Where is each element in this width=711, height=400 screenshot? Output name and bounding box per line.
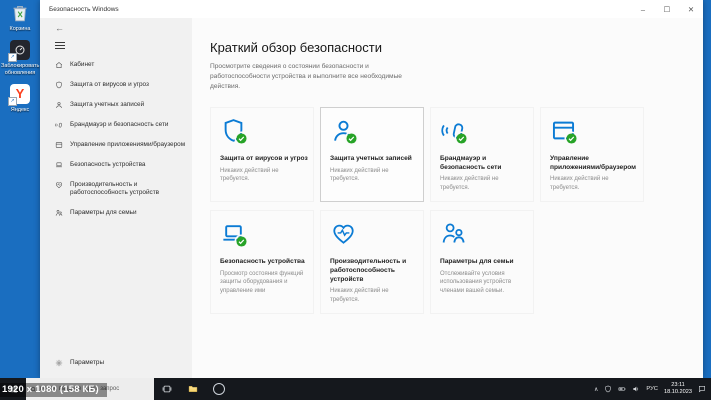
- heart-icon: [330, 220, 357, 247]
- app-window-icon: [55, 141, 63, 149]
- tile-title: Управление приложениями/браузером: [550, 154, 637, 171]
- menu-toggle-icon[interactable]: [55, 42, 65, 49]
- sidebar-item-virus-threat-protection[interactable]: Защита от вирусов и угроз: [40, 75, 192, 95]
- person-icon: [55, 101, 63, 109]
- minimize-button[interactable]: –: [631, 0, 655, 18]
- hidden-icons-chevron-icon[interactable]: ∧: [594, 386, 598, 393]
- security-tiles-grid: Защита от вирусов и угроз Никаких действ…: [210, 106, 703, 314]
- tile-title: Безопасность устройства: [220, 257, 305, 265]
- page-subtitle: Просмотрите сведения о состоянии безопас…: [210, 63, 402, 91]
- taskbar-clock[interactable]: 23:11 18.10.2023: [664, 382, 692, 396]
- shield-icon: [55, 81, 63, 89]
- sidebar-item-device-security[interactable]: Безопасность устройства: [40, 155, 192, 175]
- sidebar-item-label: Брандмауэр и безопасность сети: [70, 121, 169, 128]
- task-view-icon: [162, 384, 172, 394]
- sidebar-item-home[interactable]: Кабинет: [40, 55, 192, 75]
- tile-status-text: Никаких действий не требуется.: [330, 288, 389, 304]
- sidebar-item-account-protection[interactable]: Защита учетных записей: [40, 95, 192, 115]
- sidebar-item-label: Параметры для семьи: [70, 209, 137, 216]
- page-title: Краткий обзор безопасности: [210, 40, 382, 55]
- tile-status-text: Просмотр состояния функций защиты оборуд…: [220, 270, 304, 295]
- clock-date: 18.10.2023: [664, 389, 692, 395]
- tile-account-protection[interactable]: Защита учетных записей Никаких действий …: [320, 106, 424, 202]
- resolution-watermark: 1920 x 1080 (158 КБ): [0, 383, 107, 397]
- language-indicator[interactable]: РУС: [646, 386, 658, 392]
- status-ok-badge: [566, 133, 577, 144]
- app-ring-icon: [213, 383, 225, 395]
- window-title: Безопасность Windows: [49, 5, 119, 13]
- family-icon: [440, 220, 467, 247]
- close-button[interactable]: ✕: [679, 0, 703, 18]
- system-tray: ∧ РУС 23:11 18.10.2023: [594, 382, 711, 396]
- tile-status-text: Никаких действий не требуется.: [440, 176, 499, 192]
- sidebar-item-label: Производительность и работоспособность у…: [70, 181, 160, 196]
- tile-title: Защита учетных записей: [330, 154, 412, 162]
- tile-title: Параметры для семьи: [440, 257, 514, 265]
- pinned-app-button[interactable]: [206, 378, 232, 400]
- network-icon: [55, 121, 63, 129]
- sidebar-item-firewall-network[interactable]: Брандмауэр и безопасность сети: [40, 115, 192, 135]
- main-content: Краткий обзор безопасности Просмотрите с…: [192, 18, 703, 378]
- desktop-icon-label: Заблокировать обновления: [1, 63, 40, 76]
- status-ok-badge: [236, 236, 247, 247]
- tray-battery-icon[interactable]: [618, 385, 626, 393]
- tile-app-browser-control[interactable]: Управление приложениями/браузером Никаки…: [540, 107, 644, 202]
- app-body: ← Кабинет Защита от вирусов и угроз Защи…: [40, 18, 703, 378]
- file-explorer-button[interactable]: [180, 378, 206, 400]
- tile-status-text: Отслеживайте условия использования устро…: [440, 270, 512, 295]
- folder-icon: [188, 384, 198, 394]
- laptop-icon: [55, 161, 63, 169]
- tile-title: Брандмауэр и безопасность сети: [440, 154, 502, 171]
- desktop-icon-recycle-bin[interactable]: Корзина: [0, 2, 40, 32]
- maximize-button[interactable]: ☐: [655, 0, 679, 18]
- action-center-icon[interactable]: [698, 385, 706, 393]
- sidebar-item-label: Безопасность устройства: [70, 161, 146, 168]
- sidebar-item-label: Кабинет: [70, 61, 95, 68]
- sidebar-nav: Кабинет Защита от вирусов и угроз Защита…: [40, 55, 192, 223]
- home-icon: [55, 61, 63, 69]
- sidebar: ← Кабинет Защита от вирусов и угроз Защи…: [40, 18, 192, 378]
- shortcut-arrow-icon: ↗: [8, 96, 17, 106]
- status-ok-badge: [346, 133, 357, 144]
- desktop-icon-strip: Корзина ↗ Заблокировать обновления Y ↗ Я…: [0, 2, 40, 113]
- sidebar-item-label: Управление приложениями/браузером: [70, 141, 186, 148]
- sidebar-item-label: Защита от вирусов и угроз: [70, 81, 149, 88]
- family-icon: [55, 209, 63, 217]
- sidebar-item-device-performance[interactable]: Производительность и работоспособность у…: [40, 175, 192, 203]
- heart-icon: [55, 181, 63, 189]
- tile-firewall-network[interactable]: Брандмауэр и безопасность сети Никаких д…: [430, 107, 534, 202]
- tile-device-security[interactable]: Безопасность устройства Просмотр состоян…: [210, 210, 314, 314]
- tile-status-text: Никаких действий не требуется.: [550, 176, 609, 192]
- status-ok-badge: [456, 133, 467, 144]
- tile-device-performance[interactable]: Производительность и работоспособность у…: [320, 210, 424, 314]
- clock-time: 23:11: [671, 382, 685, 389]
- gear-icon: [55, 359, 63, 367]
- recycle-bin-icon: [9, 2, 31, 24]
- sidebar-item-label: Параметры: [70, 359, 105, 366]
- status-ok-badge: [236, 133, 247, 144]
- tile-virus-threat-protection[interactable]: Защита от вирусов и угроз Никаких действ…: [210, 107, 314, 202]
- tile-title: Производительность и работоспособность у…: [330, 257, 407, 283]
- shortcut-arrow-icon: ↗: [8, 53, 17, 63]
- sidebar-item-settings[interactable]: Параметры: [40, 353, 192, 378]
- sidebar-item-app-browser-control[interactable]: Управление приложениями/браузером: [40, 135, 192, 155]
- windows-security-window: Безопасность Windows – ☐ ✕ ← Кабинет Защ…: [40, 0, 703, 378]
- sidebar-item-family-options[interactable]: Параметры для семьи: [40, 203, 192, 223]
- desktop-icon-label: Корзина: [9, 26, 31, 32]
- tile-status-text: Никаких действий не требуется.: [330, 167, 389, 183]
- sidebar-item-label: Защита учетных записей: [70, 101, 145, 108]
- task-view-button[interactable]: [154, 378, 180, 400]
- back-button[interactable]: ←: [40, 18, 192, 38]
- desktop-icon-block-updates[interactable]: ↗ Заблокировать обновления: [0, 39, 40, 76]
- titlebar[interactable]: Безопасность Windows – ☐ ✕: [40, 0, 703, 18]
- desktop-icon-yandex[interactable]: Y ↗ Яндекс: [0, 83, 40, 113]
- tray-volume-icon[interactable]: [632, 385, 640, 393]
- desktop: Корзина ↗ Заблокировать обновления Y ↗ Я…: [0, 0, 711, 400]
- desktop-icon-label: Яндекс: [10, 106, 30, 113]
- tile-family-options[interactable]: Параметры для семьи Отслеживайте условия…: [430, 210, 534, 314]
- tile-title: Защита от вирусов и угроз: [220, 154, 308, 162]
- tray-shield-icon[interactable]: [604, 385, 612, 393]
- tile-status-text: Никаких действий не требуется.: [220, 167, 279, 183]
- window-controls: – ☐ ✕: [631, 0, 703, 18]
